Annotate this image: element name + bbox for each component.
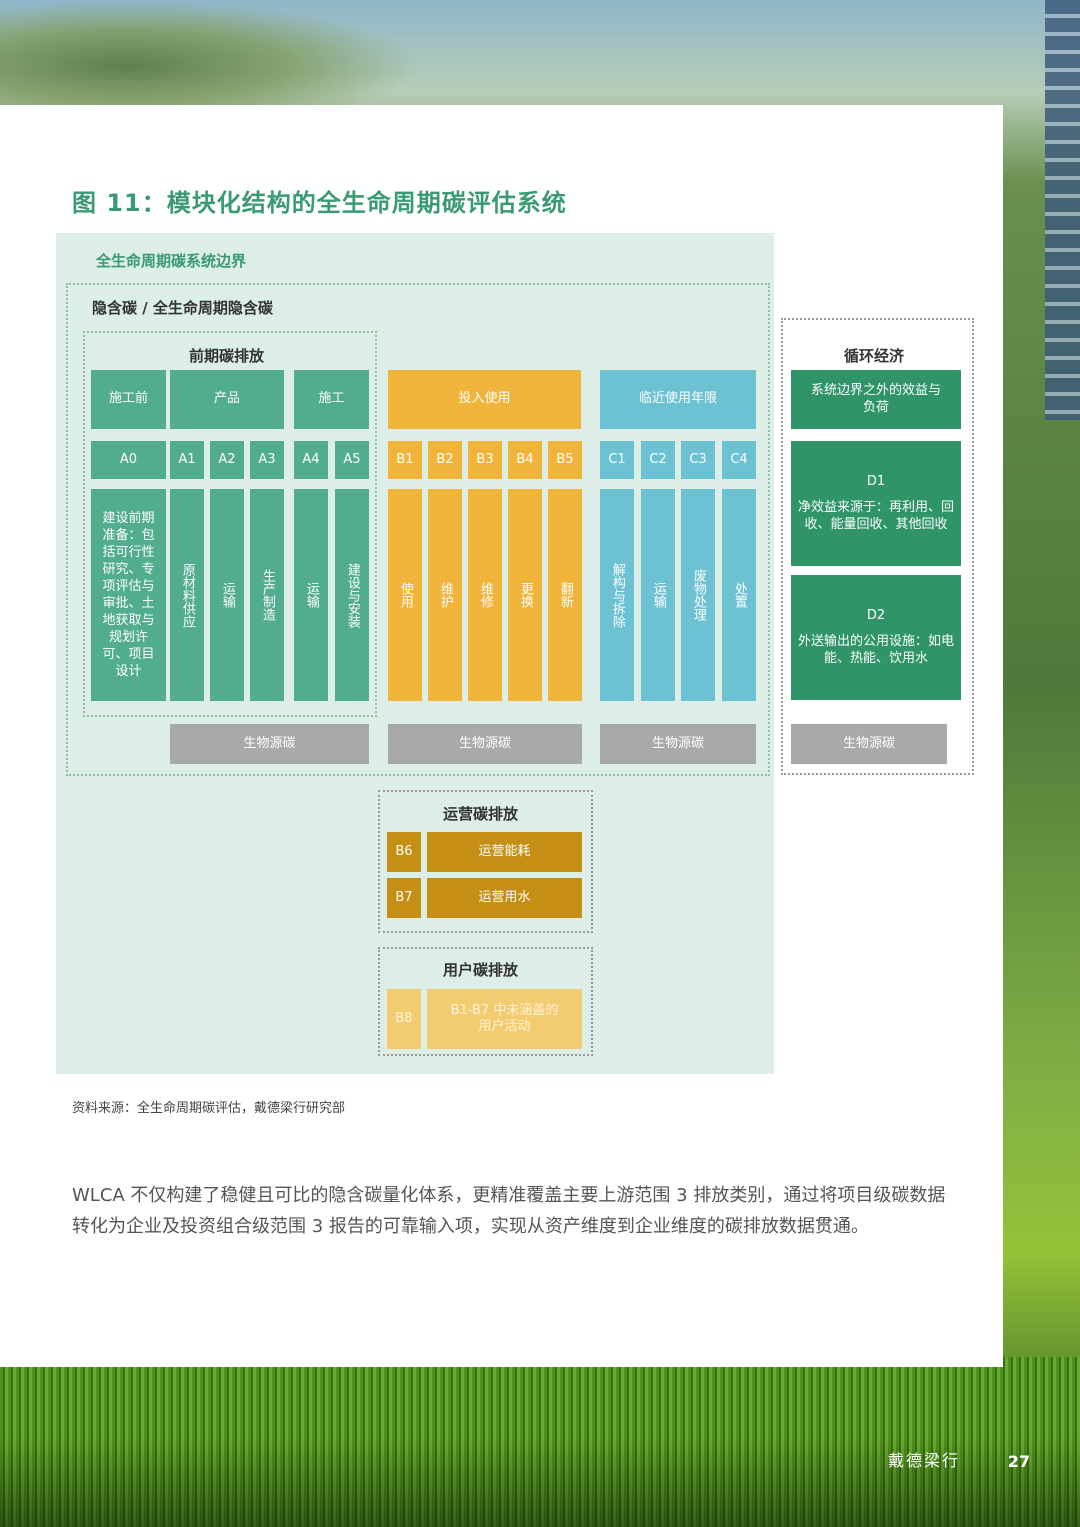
module-b5: B5	[548, 441, 582, 479]
desc-c4-box: 处置	[722, 489, 756, 701]
module-a2: A2	[210, 441, 244, 479]
desc-b4: 更换	[517, 582, 533, 608]
module-c1: C1	[600, 441, 634, 479]
desc-b5-box: 翻新	[548, 489, 582, 701]
b6-label: 运营能耗	[427, 832, 582, 872]
d1-code: D1	[866, 474, 886, 490]
desc-b3-box: 维修	[468, 489, 502, 701]
module-b2: B2	[428, 441, 462, 479]
module-b4: B4	[508, 441, 542, 479]
biogenic-a: 生物源碳	[170, 724, 369, 764]
desc-a3: 生产制造	[259, 569, 275, 621]
d1-text: 净效益来源于：再利用、回收、能量回收、其他回收	[797, 500, 954, 532]
source-note: 资料来源：全生命周期碳评估，戴德梁行研究部	[72, 1101, 346, 1116]
b7-label: 运营用水	[427, 878, 582, 918]
desc-c3-box: 废物处理	[681, 489, 715, 701]
d2-code: D2	[866, 608, 886, 624]
stage-product: 产品	[170, 370, 284, 429]
page-number: 27	[1007, 1452, 1030, 1471]
desc-a0: 建设前期准备：包括可行性研究、专项评估与审批、土地获取与规划许可、项目设计	[91, 489, 166, 701]
module-b1: B1	[388, 441, 422, 479]
module-c2: C2	[641, 441, 675, 479]
module-a3: A3	[250, 441, 284, 479]
module-a0: A0	[91, 441, 166, 479]
d2-text: 外送输出的公用设施：如电能、热能、饮用水	[797, 634, 954, 666]
desc-b3: 维修	[477, 582, 493, 608]
module-b7: B7	[387, 878, 421, 918]
circular-title: 循环经济	[844, 347, 905, 365]
desc-c3: 废物处理	[690, 569, 706, 621]
desc-b2: 维护	[437, 582, 453, 608]
desc-a2-box: 运输	[210, 489, 244, 701]
desc-c1-box: 解构与拆除	[600, 489, 634, 701]
desc-c1: 解构与拆除	[609, 562, 625, 628]
stage-in-use: 投入使用	[388, 370, 581, 429]
desc-c2-box: 运输	[641, 489, 675, 701]
biogenic-d: 生物源碳	[791, 724, 947, 764]
desc-a5: 建设与安装	[344, 562, 360, 628]
stage-construction: 施工	[294, 370, 369, 429]
desc-b2-box: 维护	[428, 489, 462, 701]
desc-b1: 使用	[397, 582, 413, 608]
module-c4: C4	[722, 441, 756, 479]
user-title: 用户碳排放	[443, 961, 519, 979]
figure-title: 图 11：模块化结构的全生命周期碳评估系统	[72, 189, 567, 217]
module-c3: C3	[681, 441, 715, 479]
desc-c4: 处置	[731, 582, 747, 608]
boundary-label: 全生命周期碳系统边界	[96, 252, 247, 270]
desc-a4: 运输	[303, 582, 319, 608]
desc-c2: 运输	[650, 582, 666, 608]
desc-b4-box: 更换	[508, 489, 542, 701]
module-b8: B8	[387, 989, 421, 1049]
desc-a2: 运输	[219, 582, 235, 608]
module-b6: B6	[387, 832, 421, 872]
office-tower	[1045, 0, 1080, 420]
module-a4: A4	[294, 441, 328, 479]
stage-pre-construction: 施工前	[91, 370, 166, 429]
module-a1: A1	[170, 441, 204, 479]
desc-b1-box: 使用	[388, 489, 422, 701]
upfront-label: 前期碳排放	[189, 347, 265, 365]
desc-a1: 原材料供应	[179, 562, 195, 628]
desc-a5-box: 建设与安装	[335, 489, 369, 701]
module-b3: B3	[468, 441, 502, 479]
tree-canopy	[0, 0, 420, 110]
biogenic-b: 生物源碳	[388, 724, 582, 764]
operational-title: 运营碳排放	[443, 805, 519, 823]
desc-b5: 翻新	[557, 582, 573, 608]
embodied-label: 隐含碳 / 全生命周期隐含碳	[92, 299, 273, 317]
module-a5: A5	[335, 441, 369, 479]
body-paragraph: WLCA 不仅构建了稳健且可比的隐含碳量化体系，更精准覆盖主要上游范围 3 排放…	[72, 1185, 946, 1237]
footer-brand: 戴德梁行	[887, 1451, 960, 1470]
module-d1: D1 净效益来源于：再利用、回收、能量回收、其他回收	[791, 441, 961, 566]
b8-label: B1-B7 中未涵盖的用户活动	[427, 989, 582, 1049]
module-d2: D2 外送输出的公用设施：如电能、热能、饮用水	[791, 575, 961, 700]
stage-end-of-life: 临近使用年限	[600, 370, 756, 429]
desc-a3-box: 生产制造	[250, 489, 284, 701]
desc-a4-box: 运输	[294, 489, 328, 701]
biogenic-c: 生物源碳	[600, 724, 756, 764]
circular-header: 系统边界之外的效益与负荷	[791, 370, 961, 429]
desc-a1-box: 原材料供应	[170, 489, 204, 701]
